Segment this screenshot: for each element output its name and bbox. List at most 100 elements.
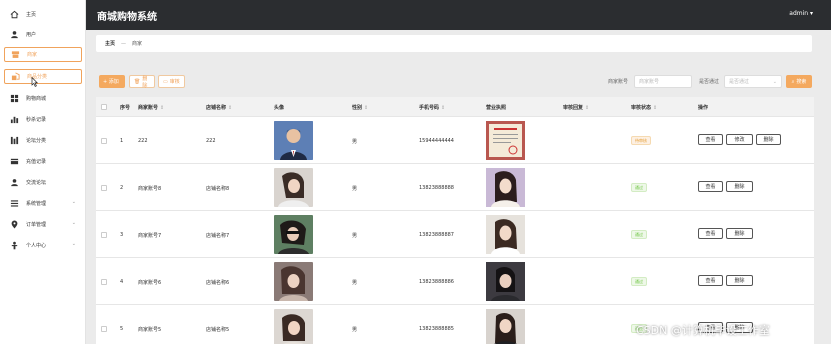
view-button[interactable]: 查看	[698, 134, 723, 145]
breadcrumb-home[interactable]: 主页	[105, 40, 115, 47]
col-account[interactable]: 商家账号 ⇕	[138, 104, 164, 111]
delete-row-button[interactable]: 删除	[726, 228, 753, 239]
sidebar-item-merchant[interactable]: 商家	[4, 47, 82, 62]
sort-icon: ⇕	[160, 105, 165, 111]
cell-index: 5	[120, 326, 124, 332]
list-icon	[10, 199, 19, 208]
row-checkbox[interactable]	[101, 279, 107, 285]
avatar[interactable]	[274, 168, 313, 207]
sidebar-item-label: 商家	[27, 52, 38, 58]
view-button[interactable]: 查看	[698, 275, 723, 286]
cell-account: 商家账号7	[138, 233, 162, 239]
cell-phone: 15944444444	[419, 138, 454, 144]
sidebar-item-shop[interactable]: 购物商城	[4, 91, 82, 106]
sort-icon: ⇕	[364, 105, 369, 111]
cell-phone: 13823888886	[419, 279, 454, 285]
sidebar-item-profile[interactable]: 个人中心 ⌄	[4, 238, 82, 253]
location-icon	[10, 220, 19, 229]
sidebar-item-forum-category[interactable]: 论坛分类	[4, 133, 82, 148]
sidebar-item-label: 秒杀记录	[26, 117, 47, 123]
license-image[interactable]	[486, 121, 525, 160]
breadcrumb-current: 商家	[132, 41, 143, 47]
avatar[interactable]	[274, 262, 313, 301]
license-image[interactable]	[486, 168, 525, 207]
sidebar-item-label: 系统管理	[26, 201, 47, 207]
cursor-icon	[31, 76, 39, 89]
select-all-checkbox[interactable]	[101, 104, 107, 110]
col-shop[interactable]: 店铺名称 ⇕	[206, 104, 232, 111]
search-icon: ⌕	[791, 78, 795, 85]
col-avatar: 头像	[274, 105, 285, 111]
audit-button-label: 审核	[169, 79, 180, 85]
row-checkbox[interactable]	[101, 232, 107, 238]
columns-icon	[10, 136, 19, 145]
sidebar-item-category[interactable]: 商品分类	[4, 69, 82, 87]
cell-gender: 男	[352, 233, 358, 239]
cell-index: 1	[120, 138, 124, 144]
col-gender[interactable]: 性别 ⇕	[352, 104, 368, 111]
col-reply-label: 审核回复	[563, 105, 584, 111]
filter-account-label: 商家账号	[608, 79, 629, 85]
edit-button[interactable]: 修改	[726, 134, 753, 145]
sidebar-item-recharge[interactable]: 充值记录	[4, 154, 82, 169]
cell-shop: 店铺名称6	[206, 280, 230, 286]
cell-index: 4	[120, 279, 124, 285]
add-button[interactable]: + 添加	[99, 75, 125, 88]
delete-button[interactable]: 🗑 删除	[129, 75, 155, 89]
sidebar-item-home[interactable]: 主页	[4, 7, 82, 22]
avatar[interactable]	[274, 215, 313, 254]
license-image[interactable]	[486, 215, 525, 254]
breadcrumb-separator: —	[121, 40, 127, 47]
category-icon	[11, 72, 20, 81]
cell-phone: 13823888888	[419, 185, 454, 191]
chevron-down-icon: ⌄	[71, 199, 76, 205]
cell-gender: 男	[352, 327, 358, 333]
row-checkbox[interactable]	[101, 138, 107, 144]
license-image[interactable]	[486, 309, 525, 344]
sort-icon: ⇕	[228, 105, 233, 111]
breadcrumb: 主页 — 商家	[96, 35, 812, 52]
view-button[interactable]: 查看	[698, 228, 723, 239]
sidebar-item-seckill[interactable]: 秒杀记录	[4, 112, 82, 127]
status-badge: 通过	[631, 230, 647, 239]
delete-row-button[interactable]: 删除	[726, 181, 753, 192]
delete-row-button[interactable]: 删除	[756, 134, 781, 145]
sidebar-item-label: 论坛分类	[26, 138, 47, 144]
sidebar: 主页 用户 商家 商品分类 购物商城 秒杀记录 论坛分类 充值记录 交流论坛 系…	[0, 0, 86, 344]
row-checkbox[interactable]	[101, 326, 107, 332]
col-shop-label: 店铺名称	[206, 105, 227, 111]
search-button-label: 搜索	[796, 79, 807, 85]
col-reply[interactable]: 审核回复 ⇕	[563, 104, 589, 111]
cell-shop: 店铺名称7	[206, 233, 230, 239]
col-audit-status[interactable]: 审核状态 ⇕	[631, 104, 657, 111]
sidebar-item-forum[interactable]: 交流论坛	[4, 175, 82, 190]
row-checkbox[interactable]	[101, 185, 107, 191]
sidebar-item-system[interactable]: 系统管理 ⌄	[4, 196, 82, 211]
user-menu[interactable]: admin ▾	[789, 10, 813, 17]
col-ops: 操作	[698, 105, 709, 111]
cell-gender: 男	[352, 186, 358, 192]
app-title: 商城购物系统	[97, 12, 157, 23]
sidebar-item-orders[interactable]: 订单管理 ⌄	[4, 217, 82, 232]
col-account-label: 商家账号	[138, 105, 159, 111]
delete-row-button[interactable]: 删除	[726, 275, 753, 286]
filter-pass-select[interactable]: 是否通过 ⌄	[724, 75, 782, 88]
card-icon	[10, 157, 19, 166]
license-image[interactable]	[486, 262, 525, 301]
col-index: 序号	[120, 105, 131, 111]
cell-account: 商家账号8	[138, 186, 162, 192]
cell-gender: 男	[352, 280, 358, 286]
avatar[interactable]	[274, 309, 313, 344]
sidebar-item-user[interactable]: 用户	[4, 27, 82, 42]
search-button[interactable]: ⌕ 搜索	[786, 75, 812, 88]
filter-account-input[interactable]: 商家账号	[634, 75, 692, 88]
merchant-table: 序号 商家账号 ⇕ 店铺名称 ⇕ 头像 性别 ⇕ 手机号码 ⇕ 营业执照 审核回复 ⇕ 审…	[96, 97, 814, 344]
col-phone[interactable]: 手机号码 ⇕	[419, 104, 445, 111]
view-button[interactable]: 查看	[698, 181, 723, 192]
audit-button[interactable]: ▭ 审核	[158, 75, 185, 88]
grid-icon	[10, 94, 19, 103]
avatar[interactable]	[274, 121, 313, 160]
delete-button-label: 删除	[142, 75, 148, 89]
col-gender-label: 性别	[352, 105, 363, 111]
trash-icon: 🗑	[134, 78, 141, 85]
